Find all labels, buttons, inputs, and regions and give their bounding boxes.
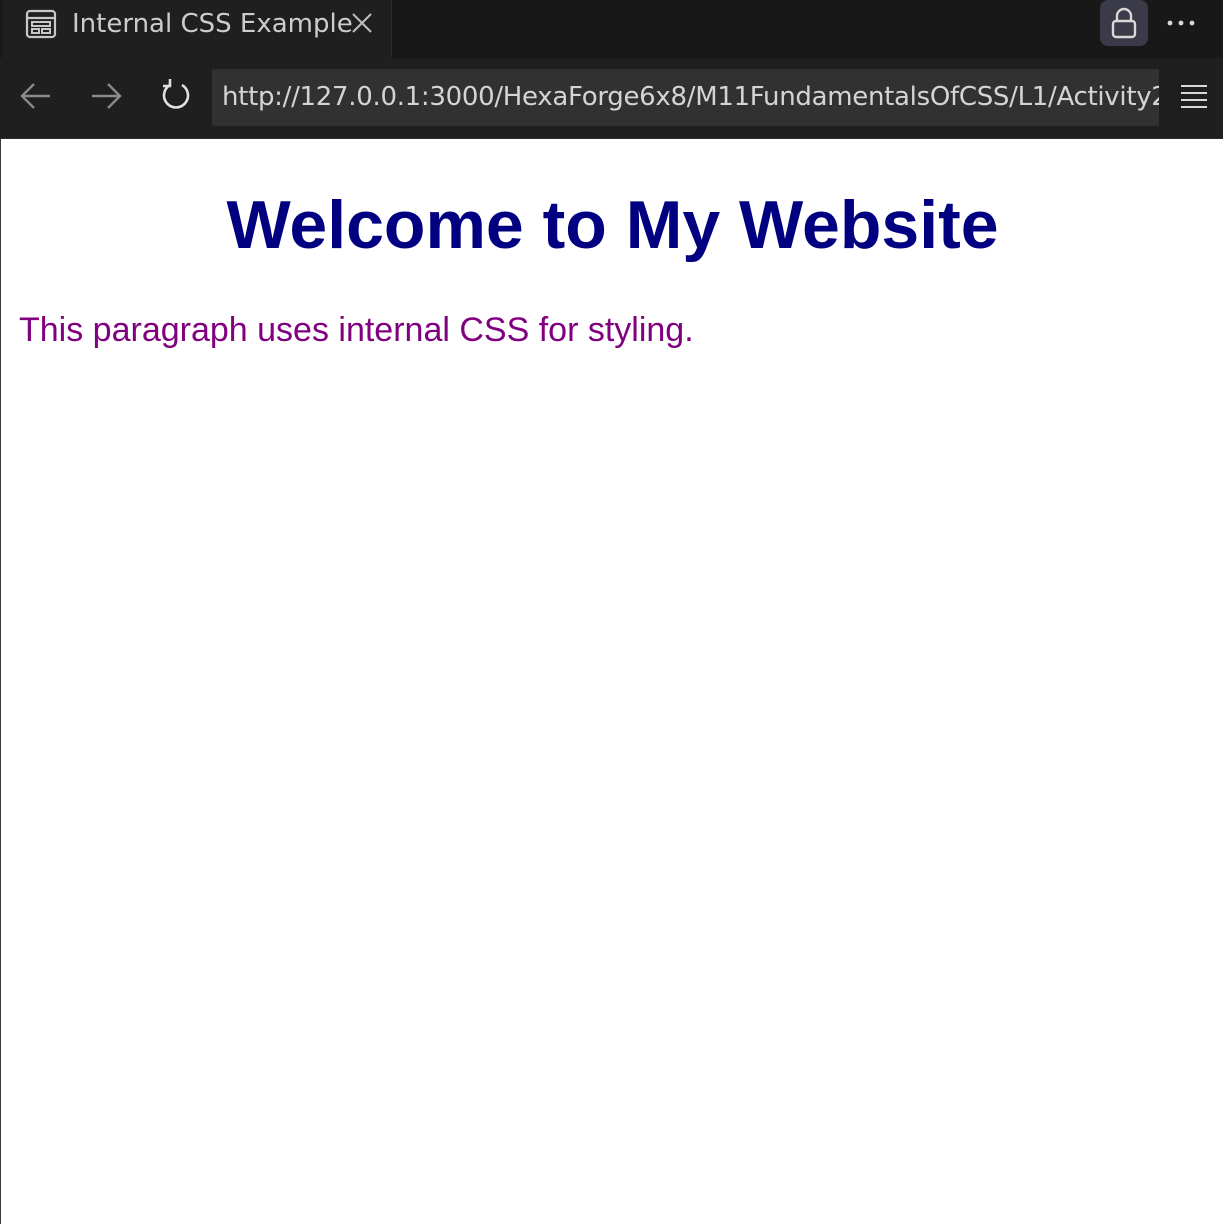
arrow-right-icon bbox=[92, 83, 122, 109]
menu-icon bbox=[1181, 85, 1207, 108]
menu-button[interactable] bbox=[1176, 80, 1212, 116]
more-options-button[interactable] bbox=[1160, 4, 1202, 42]
forward-button[interactable] bbox=[84, 76, 128, 116]
page-heading: Welcome to My Website bbox=[226, 187, 999, 263]
page-paragraph: This paragraph uses internal CSS for sty… bbox=[19, 311, 694, 349]
page-layout-icon bbox=[24, 8, 58, 40]
more-icon bbox=[1167, 20, 1195, 26]
address-bar[interactable]: http://127.0.0.1:3000/HexaForge6x8/M11Fu… bbox=[212, 69, 1159, 126]
tab-title: Internal CSS Example bbox=[72, 9, 353, 39]
arrow-left-icon bbox=[20, 83, 50, 109]
url-text: http://127.0.0.1:3000/HexaForge6x8/M11Fu… bbox=[222, 82, 1159, 112]
reload-icon bbox=[162, 79, 190, 109]
navigation-bar: http://127.0.0.1:3000/HexaForge6x8/M11Fu… bbox=[0, 58, 1223, 139]
page-content: Welcome to My Website This paragraph use… bbox=[0, 139, 1223, 1224]
browser-window: Internal CSS Example http://127.0.0.1:30… bbox=[0, 0, 1223, 1224]
tab-strip: Internal CSS Example bbox=[0, 0, 1223, 58]
tab-internal-css-example[interactable]: Internal CSS Example bbox=[2, 0, 392, 58]
lock-button[interactable] bbox=[1100, 0, 1148, 46]
reload-button[interactable] bbox=[154, 76, 198, 116]
close-icon[interactable] bbox=[348, 9, 376, 37]
lock-icon bbox=[1111, 7, 1137, 39]
back-button[interactable] bbox=[14, 76, 58, 116]
